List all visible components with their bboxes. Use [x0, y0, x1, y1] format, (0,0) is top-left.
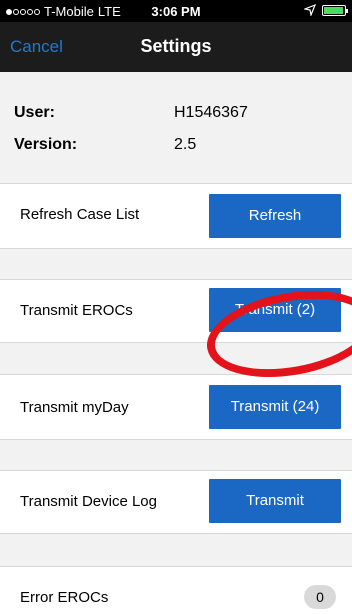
user-row: User: H1546367 [14, 104, 352, 128]
transmit-erocs-label: Transmit EROCs [20, 302, 133, 319]
battery-icon [322, 4, 348, 16]
status-bar: T-Mobile LTE 3:06 PM [0, 0, 352, 22]
transmit-erocs-button[interactable]: Transmit (2) [209, 288, 341, 332]
refresh-case-list-label: Refresh Case List [20, 206, 140, 223]
transmit-device-log-label: Transmit Device Log [20, 493, 157, 510]
error-erocs-label: Error EROCs [20, 589, 109, 606]
transmit-myday-label: Transmit myDay [20, 399, 129, 416]
transmit-device-log-row: Transmit Device Log Transmit [0, 470, 352, 534]
navigation-bar: Cancel Settings [0, 22, 352, 72]
version-label: Version: [14, 136, 78, 153]
transmit-myday-button[interactable]: Transmit (24) [209, 385, 341, 429]
transmit-myday-row: Transmit myDay Transmit (24) [0, 374, 352, 440]
cancel-button[interactable]: Cancel [10, 37, 63, 57]
user-label: User: [14, 104, 55, 121]
status-time: 3:06 PM [151, 4, 201, 19]
error-erocs-row[interactable]: Error EROCs 0 [0, 566, 352, 614]
error-count-badge: 0 [304, 585, 336, 609]
transmit-erocs-row: Transmit EROCs Transmit (2) [0, 279, 352, 343]
location-icon [304, 4, 316, 16]
version-value: 2.5 [174, 136, 197, 153]
refresh-case-list-row: Refresh Case List Refresh [0, 183, 352, 249]
refresh-button[interactable]: Refresh [209, 194, 341, 238]
account-info: User: H1546367 Version: 2.5 [0, 72, 352, 182]
transmit-device-log-button[interactable]: Transmit [209, 479, 341, 523]
version-row: Version: 2.5 [14, 136, 352, 160]
user-value: H1546367 [174, 104, 248, 121]
